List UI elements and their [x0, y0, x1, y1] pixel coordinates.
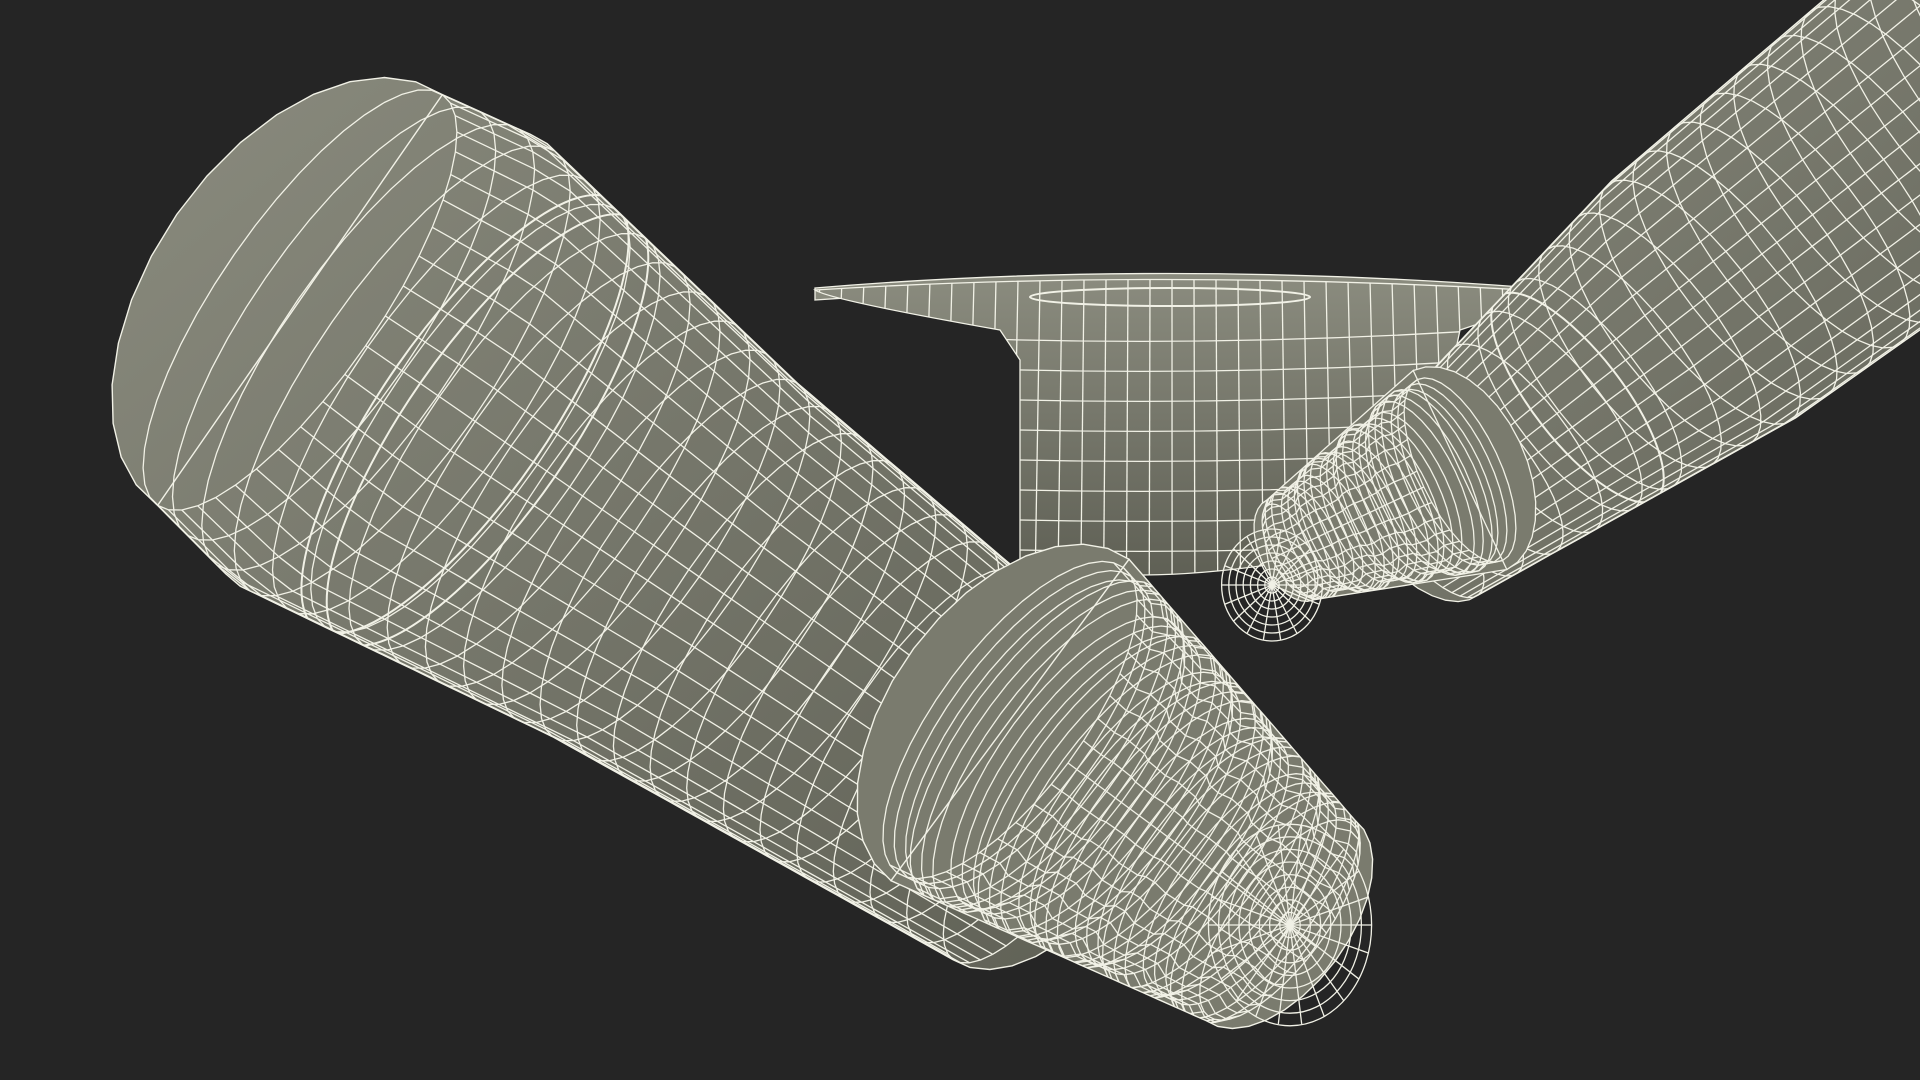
- wireframe-render: [111, 0, 1920, 1030]
- wireframe-viewport: [0, 0, 1920, 1080]
